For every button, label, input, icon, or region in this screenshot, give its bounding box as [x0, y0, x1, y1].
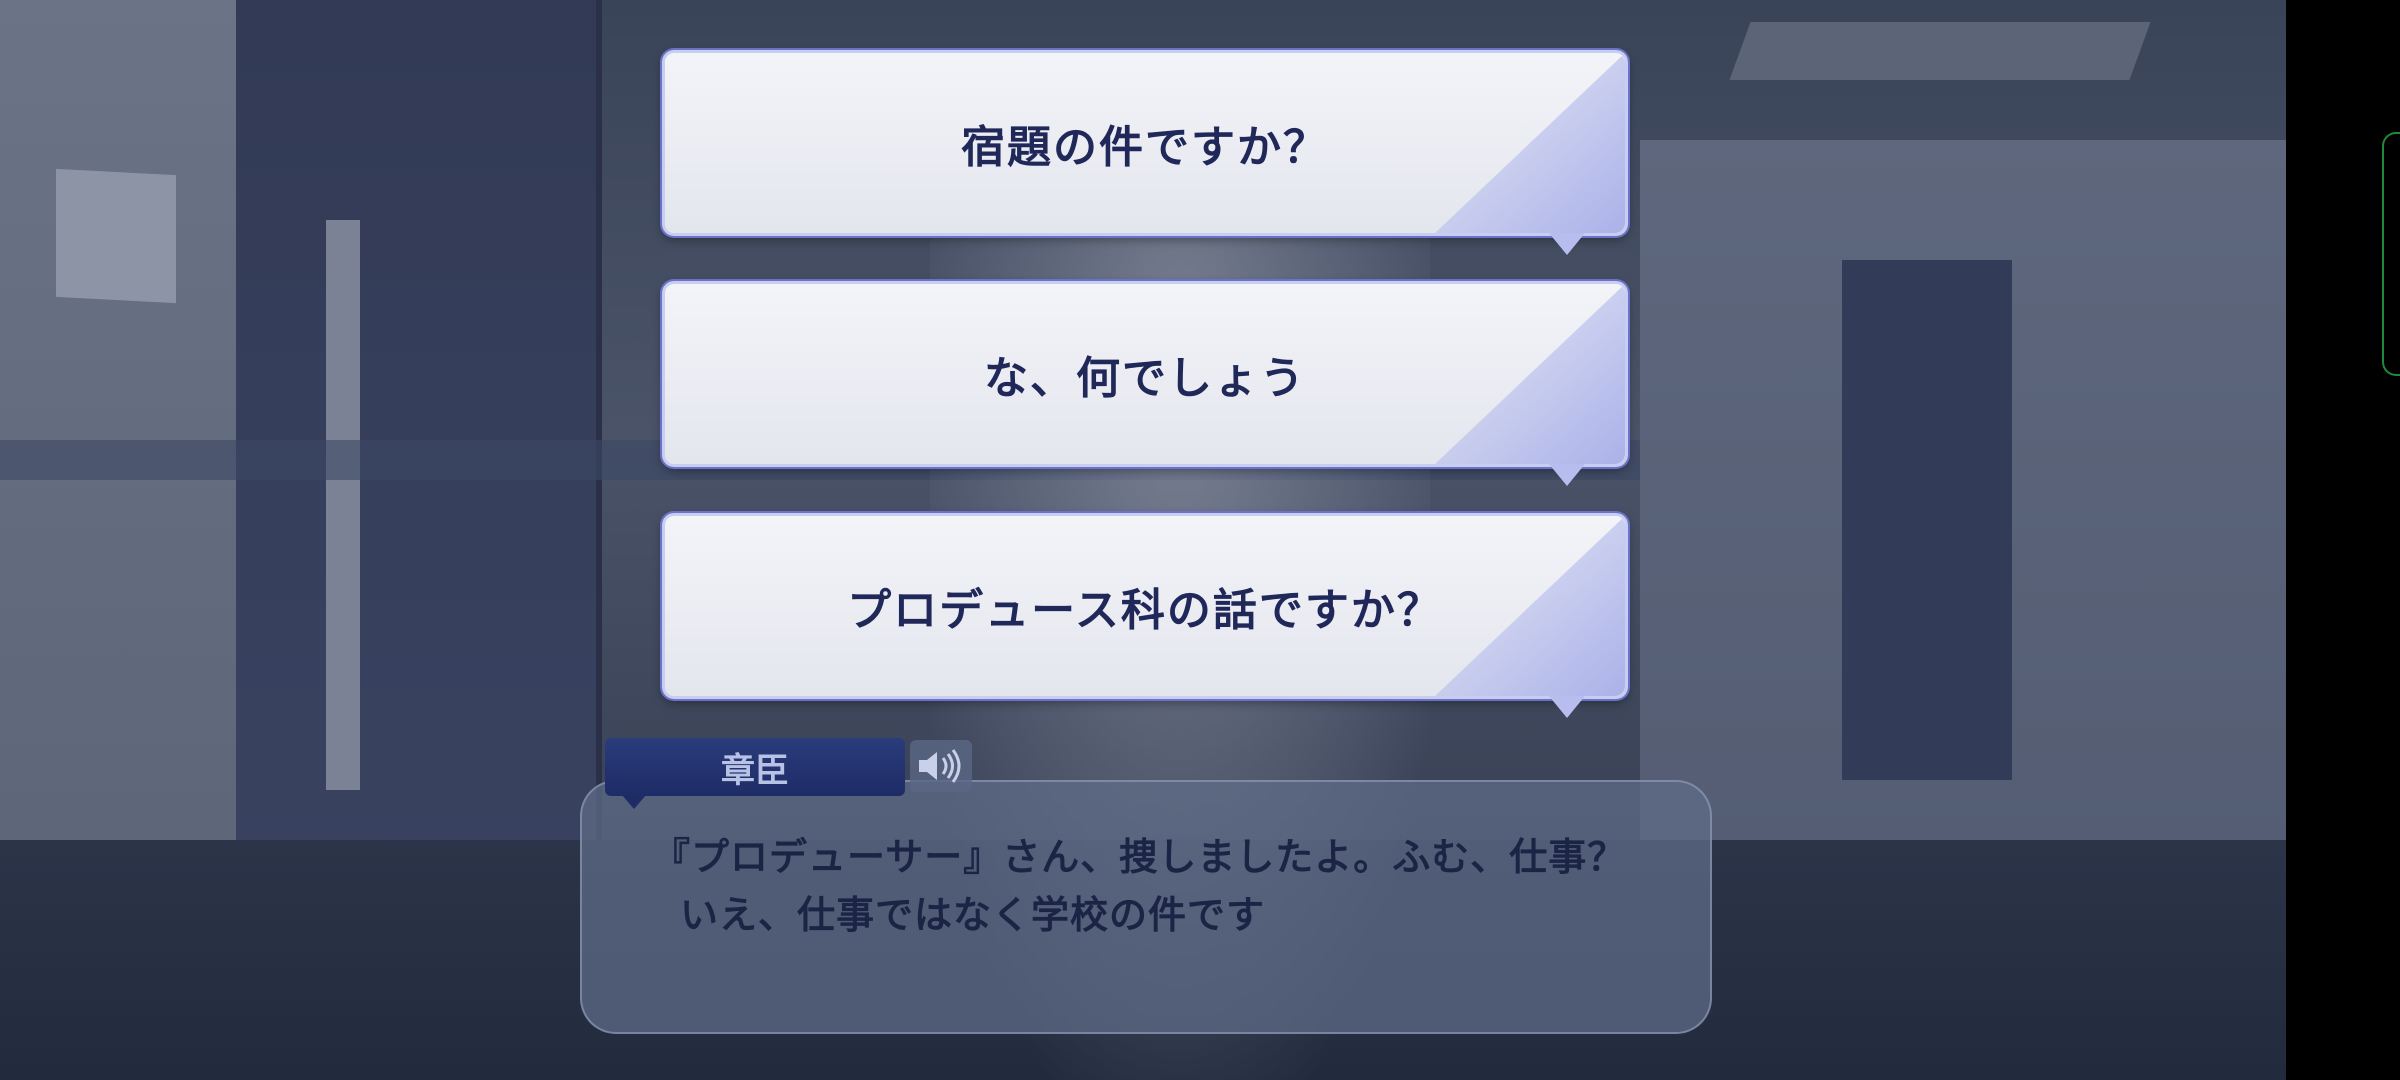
- choice-button-1[interactable]: 宿題の件ですか？: [662, 50, 1628, 255]
- side-panel-handle-icon[interactable]: [2382, 132, 2400, 376]
- voice-button[interactable]: [910, 740, 972, 792]
- choice-bubble-tail: [1549, 233, 1585, 255]
- choice-bubble-tail: [1549, 696, 1585, 718]
- speaker-name-tag: 章臣: [605, 738, 905, 796]
- choice-label: な、何でしょう: [984, 353, 1306, 404]
- dialog-line-2: いえ、仕事ではなく学校の件です: [680, 893, 1266, 937]
- ceiling-vent: [1729, 22, 2151, 80]
- screen-edge-bar: [2286, 0, 2400, 1080]
- dialog-line-1: 『プロデューサー』さん、捜しましたよ。ふむ、仕事？: [652, 835, 1627, 879]
- choice-button-3[interactable]: プロデュース科の話ですか？: [662, 513, 1628, 718]
- choice-button-2[interactable]: な、何でしょう: [662, 281, 1628, 486]
- door-handle-bar: [326, 220, 360, 790]
- speaker-icon: [919, 749, 961, 783]
- right-door: [1842, 260, 2012, 780]
- game-scene: 宿題の件ですか？ な、何でしょう プロデュース科の話ですか？ 章臣 『プロデュー…: [0, 0, 2286, 1080]
- choice-label: プロデュース科の話ですか？: [847, 585, 1443, 636]
- choice-bubble-tail: [1549, 464, 1585, 486]
- choice-label: 宿題の件ですか？: [961, 122, 1329, 173]
- name-tag-tail: [622, 795, 646, 809]
- speaker-name: 章臣: [721, 750, 789, 791]
- wall-plaque: [56, 168, 176, 304]
